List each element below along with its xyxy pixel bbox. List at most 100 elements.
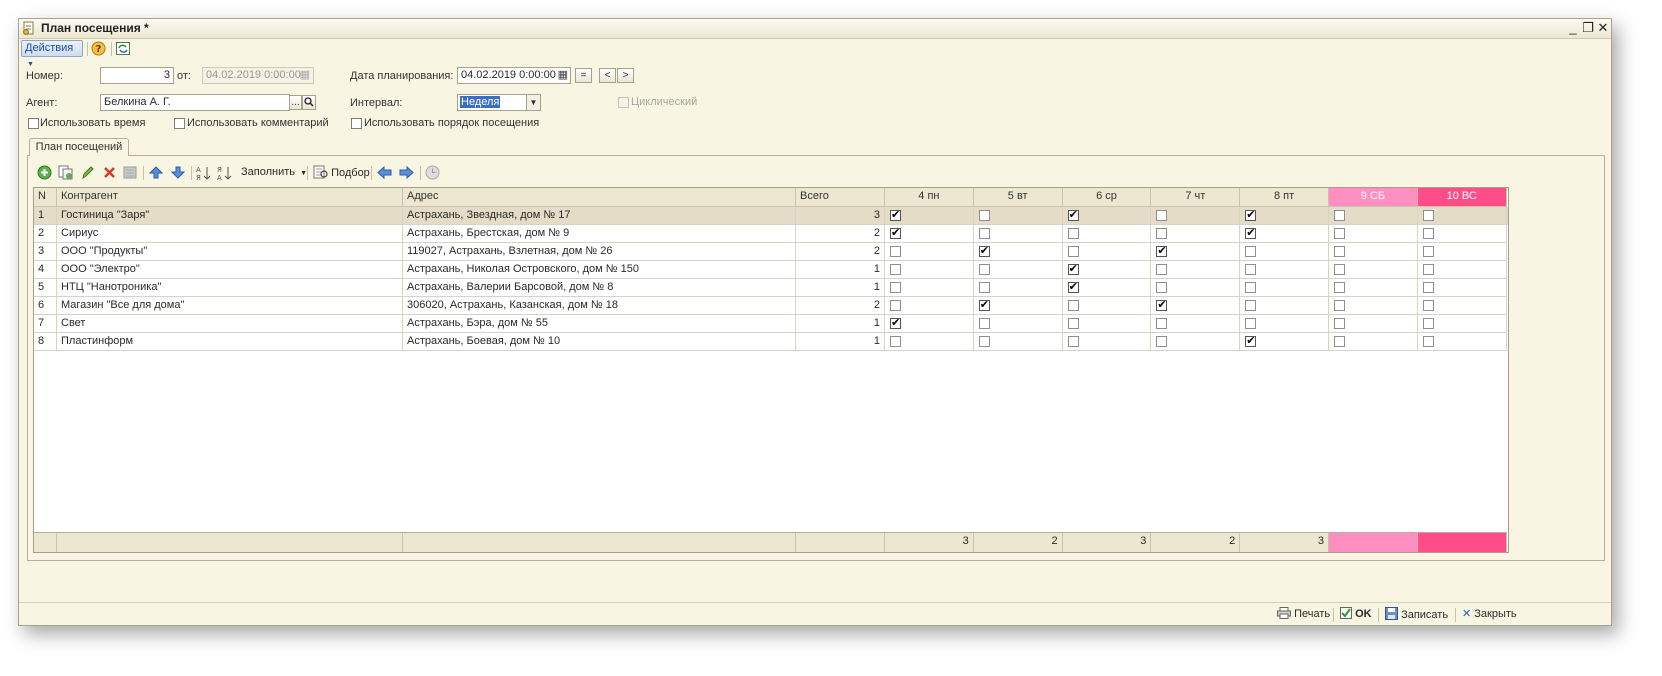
address-cell[interactable]: 306020, Астрахань, Казанская, дом № 18 <box>403 297 796 315</box>
day-cell[interactable]: ✔ <box>1240 225 1329 243</box>
day-checkbox[interactable]: ✔ <box>1067 210 1079 221</box>
row-number-cell[interactable]: 7 <box>34 315 57 333</box>
column-header-day[interactable]: 9 СБ <box>1329 188 1418 207</box>
date-equal-button[interactable]: = <box>575 68 592 83</box>
arrow-left-icon[interactable] <box>377 166 392 179</box>
total-cell[interactable]: 2 <box>796 243 885 261</box>
day-cell[interactable]: ✔ <box>1062 279 1152 297</box>
calendar-icon[interactable]: ▦ <box>558 68 568 83</box>
day-checkbox[interactable] <box>1334 228 1345 239</box>
chevron-down-icon[interactable]: ▼ <box>526 95 540 110</box>
day-checkbox[interactable] <box>1156 210 1168 221</box>
day-checkbox[interactable] <box>890 336 901 347</box>
day-checkbox[interactable] <box>1334 282 1345 293</box>
day-checkbox[interactable] <box>1067 246 1079 257</box>
day-checkbox[interactable]: ✔ <box>890 228 901 239</box>
day-cell[interactable] <box>1062 243 1152 261</box>
day-cell[interactable]: ✔ <box>885 315 974 333</box>
day-cell[interactable]: ✔ <box>1151 297 1241 315</box>
day-checkbox[interactable]: ✔ <box>1156 246 1168 257</box>
sort-ascending-icon[interactable]: А Я <box>196 165 211 181</box>
day-cell[interactable] <box>1240 261 1329 279</box>
day-checkbox[interactable] <box>978 210 990 221</box>
row-number-cell[interactable]: 5 <box>34 279 57 297</box>
close-window-button[interactable]: ✕ <box>1595 19 1611 37</box>
day-cell[interactable] <box>1240 243 1329 261</box>
day-cell[interactable]: ✔ <box>1151 243 1241 261</box>
row-number-cell[interactable]: 8 <box>34 333 57 351</box>
day-cell[interactable] <box>1417 315 1507 333</box>
move-up-icon[interactable] <box>149 165 163 180</box>
day-cell[interactable] <box>885 333 974 351</box>
counterparty-cell[interactable]: Пластинформ <box>57 333 403 351</box>
visit-plan-table[interactable]: N Контрагент Адрес Всего 4 пн 5 вт 6 ср 7 чт 8 п… <box>33 187 1509 553</box>
use-time-checkbox[interactable] <box>28 118 39 129</box>
counterparty-cell[interactable]: Магазин "Все для дома" <box>57 297 403 315</box>
plan-date-field[interactable]: 04.02.2019 0:00:00 ▦ <box>457 67 571 84</box>
day-cell[interactable]: ✔ <box>973 297 1063 315</box>
table-row[interactable]: 3 ООО "Продукты" 119027, Астрахань, Взлетн… <box>34 243 1508 261</box>
table-row[interactable]: 4 ООО "Электро" Астрахань, Николая Островс… <box>34 261 1508 279</box>
address-cell[interactable]: Астрахань, Валерии Барсовой, дом № 8 <box>403 279 796 297</box>
day-cell[interactable] <box>1240 297 1329 315</box>
day-cell[interactable] <box>1329 315 1418 333</box>
day-checkbox[interactable] <box>1422 318 1434 329</box>
day-checkbox[interactable] <box>1422 246 1434 257</box>
total-cell[interactable]: 1 <box>796 315 885 333</box>
column-header-day[interactable]: 8 пт <box>1240 188 1329 207</box>
day-cell[interactable] <box>1329 297 1418 315</box>
day-cell[interactable] <box>1417 207 1507 225</box>
day-checkbox[interactable] <box>1245 318 1257 329</box>
day-checkbox[interactable]: ✔ <box>1245 228 1257 239</box>
day-cell[interactable] <box>1329 225 1418 243</box>
refresh-icon[interactable] <box>116 42 130 55</box>
day-cell[interactable]: ✔ <box>1062 207 1152 225</box>
arrow-right-icon[interactable] <box>399 166 414 179</box>
address-cell[interactable]: Астрахань, Звездная, дом № 17 <box>403 207 796 225</box>
counterparty-cell[interactable]: НТЦ "Нанотроника" <box>57 279 403 297</box>
day-cell[interactable]: ✔ <box>1062 261 1152 279</box>
day-checkbox[interactable] <box>1334 300 1345 311</box>
day-cell[interactable] <box>1062 333 1152 351</box>
day-checkbox[interactable] <box>1334 210 1345 221</box>
day-checkbox[interactable]: ✔ <box>1067 282 1079 293</box>
day-checkbox[interactable] <box>1334 318 1345 329</box>
total-cell[interactable]: 2 <box>796 225 885 243</box>
counterparty-cell[interactable]: Сириус <box>57 225 403 243</box>
sort-descending-icon[interactable]: Я А <box>217 165 232 181</box>
number-field[interactable]: 3 <box>100 67 174 84</box>
day-checkbox[interactable] <box>1334 336 1345 347</box>
help-icon[interactable]: ? <box>91 41 106 56</box>
day-checkbox[interactable] <box>1422 264 1434 275</box>
day-checkbox[interactable]: ✔ <box>1245 336 1257 347</box>
day-cell[interactable] <box>885 297 974 315</box>
day-checkbox[interactable] <box>890 264 901 275</box>
day-cell[interactable] <box>973 261 1063 279</box>
day-cell[interactable] <box>885 279 974 297</box>
day-checkbox[interactable]: ✔ <box>1067 264 1079 275</box>
address-cell[interactable]: Астрахань, Николая Островского, дом № 15… <box>403 261 796 279</box>
day-checkbox[interactable] <box>1422 300 1434 311</box>
day-checkbox[interactable]: ✔ <box>978 246 990 257</box>
day-cell[interactable] <box>1329 207 1418 225</box>
column-header-day[interactable]: 6 ср <box>1062 188 1152 207</box>
use-comment-checkbox[interactable] <box>174 118 185 129</box>
day-checkbox[interactable] <box>1422 210 1434 221</box>
day-cell[interactable] <box>885 261 974 279</box>
address-cell[interactable]: Астрахань, Боевая, дом № 10 <box>403 333 796 351</box>
row-number-cell[interactable]: 2 <box>34 225 57 243</box>
day-checkbox[interactable]: ✔ <box>890 210 901 221</box>
column-header-day[interactable]: 7 чт <box>1151 188 1241 207</box>
day-cell[interactable] <box>1151 225 1241 243</box>
address-cell[interactable]: Астрахань, Бэра, дом № 55 <box>403 315 796 333</box>
agent-select-button[interactable]: ... <box>289 95 302 110</box>
day-checkbox[interactable] <box>978 282 990 293</box>
day-cell[interactable] <box>1329 279 1418 297</box>
fill-menu-button[interactable]: Заполнить ▼ <box>241 166 307 178</box>
day-checkbox[interactable] <box>978 336 990 347</box>
day-cell[interactable]: ✔ <box>1240 207 1329 225</box>
day-cell[interactable] <box>1417 279 1507 297</box>
column-header-address[interactable]: Адрес <box>403 188 796 207</box>
day-cell[interactable] <box>1240 279 1329 297</box>
row-number-cell[interactable]: 4 <box>34 261 57 279</box>
